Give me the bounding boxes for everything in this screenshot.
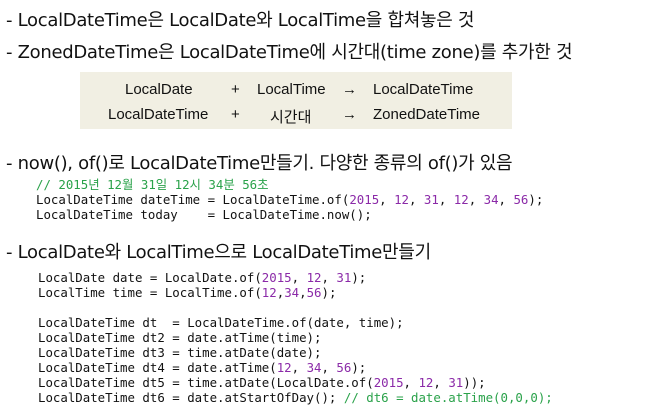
code-number: 2015 <box>373 375 404 390</box>
code-number: 31 <box>336 270 352 285</box>
code-number: 12 <box>261 285 277 300</box>
code-number: 56 <box>306 285 322 300</box>
code-text: LocalTime time = LocalTime.of( <box>38 285 262 300</box>
code-number: 12 <box>394 192 409 207</box>
table-cell: 시간대 <box>270 109 312 126</box>
code-number: 34 <box>306 360 322 375</box>
table-cell: LocalDate <box>125 81 193 98</box>
code-text: )); <box>463 375 486 390</box>
code-text: ); <box>351 360 367 375</box>
table-cell: → <box>342 81 357 98</box>
code-number: 56 <box>513 192 529 207</box>
table-cell: + <box>231 106 240 123</box>
code-block-now-of: // 2015년 12월 31일 12시 34분 56초 LocalDateTi… <box>36 177 544 222</box>
bullet-zoneddatetime-definition: - ZonedDateTime은 LocalDateTime에 시간대(time… <box>6 42 573 63</box>
code-text: LocalDateTime dt = LocalDateTime.of(date… <box>38 315 404 330</box>
table-cell: LocalDateTime <box>373 81 474 98</box>
code-text: LocalDateTime dt6 = date.atStartOfDay(); <box>38 390 344 405</box>
code-text: LocalDateTime dt2 = date.atTime(time); <box>38 330 322 345</box>
code-text: LocalDateTime dt4 = date.atTime( <box>38 360 277 375</box>
table-cell: ZonedDateTime <box>373 106 480 123</box>
bullet-now-of: - now(), of()로 LocalDateTime만들기. 다양한 종류의… <box>6 153 513 174</box>
code-number: 34 <box>483 192 499 207</box>
bullet-combine: - LocalDate와 LocalTime으로 LocalDateTime만들… <box>6 242 431 263</box>
code-text: LocalDateTime today = LocalDateTime.now(… <box>36 207 372 222</box>
code-number: 12 <box>306 270 322 285</box>
code-block-combine: LocalDate date = LocalDate.of(2015, 12, … <box>38 270 553 405</box>
code-number: 56 <box>336 360 352 375</box>
code-text: ); <box>351 270 367 285</box>
composition-table: LocalDate + LocalTime → LocalDateTime Lo… <box>80 72 512 129</box>
code-text: LocalDateTime dt5 = time.atDate(LocalDat… <box>38 375 374 390</box>
table-cell: → <box>342 106 357 123</box>
code-number: 12 <box>418 375 434 390</box>
code-text: LocalDateTime dt3 = time.atDate(date); <box>38 345 322 360</box>
table-cell: + <box>231 81 240 98</box>
code-number: 31 <box>448 375 464 390</box>
code-comment: // 2015년 12월 31일 12시 34분 56초 <box>36 177 269 192</box>
code-number: 34 <box>284 285 300 300</box>
code-number: 2015 <box>261 270 292 285</box>
code-number: 2015 <box>349 192 380 207</box>
code-number: 31 <box>423 192 439 207</box>
table-cell: LocalTime <box>257 81 326 98</box>
code-number: 12 <box>276 360 292 375</box>
code-comment: // dt6 = date.atTime(0,0,0); <box>343 390 553 405</box>
bullet-localdatetime-definition: - LocalDateTime은 LocalDate와 LocalTime을 합… <box>6 10 475 31</box>
code-text: ); <box>321 285 337 300</box>
table-cell: LocalDateTime <box>108 106 209 123</box>
code-number: 12 <box>453 192 469 207</box>
code-text: LocalDate date = LocalDate.of( <box>38 270 262 285</box>
code-text: LocalDateTime dateTime = LocalDateTime.o… <box>36 192 350 207</box>
code-text: ); <box>528 192 544 207</box>
